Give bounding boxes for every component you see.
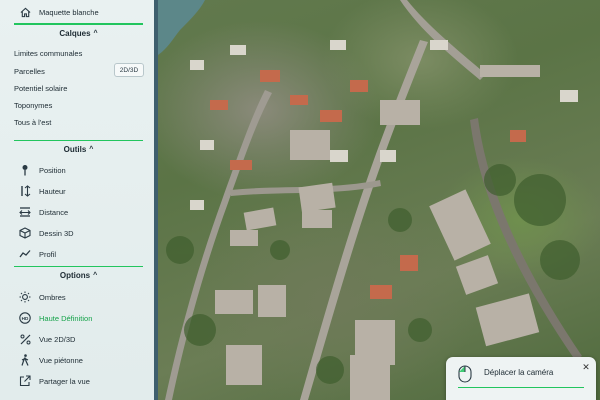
hd-icon: HD [18,311,32,325]
option-ombres[interactable]: Ombres [0,287,154,307]
chevron-up-icon: ^ [93,30,98,37]
tool-dessin-3d[interactable]: Dessin 3D [0,223,154,243]
home-label: Maquette blanche [39,7,99,17]
option-vue-pietonne[interactable]: Vue piétonne [0,350,154,370]
svg-text:HD: HD [22,316,29,321]
tool-label: Position [39,165,66,175]
layer-item-tous-a-lest[interactable]: Tous à l'est [0,112,154,132]
tool-position[interactable]: Position [0,160,154,180]
tool-label: Distance [39,207,69,217]
tool-distance[interactable]: Distance [0,202,154,222]
option-label: Vue 2D/3D [39,334,76,344]
pedestrian-icon [18,353,32,367]
tool-profil[interactable]: Profil [0,244,154,264]
mouse-icon [458,365,472,383]
pin-icon [18,163,32,177]
section-calques-toggle[interactable]: Calques ^ [14,24,143,42]
home-button[interactable]: Maquette blanche [0,2,154,22]
close-icon[interactable]: ✕ [581,362,591,372]
home-icon [18,5,32,19]
option-vue-2d3d[interactable]: Vue 2D/3D [0,329,154,349]
cube-icon [18,226,32,240]
layer-label: Parcelles [14,66,45,76]
tool-label: Dessin 3D [39,228,74,238]
section-outils-toggle[interactable]: Outils ^ [14,140,143,158]
camera-control-panel: Déplacer la caméra ✕ [446,357,596,400]
option-partager-la-vue[interactable]: Partager la vue [0,371,154,391]
option-label: Vue piétonne [39,355,83,365]
distance-icon [18,205,32,219]
layer-item-limites-communales[interactable]: Limites communales [0,43,154,63]
camera-panel-label: Déplacer la caméra [484,368,554,377]
sun-icon [18,290,32,304]
parcelles-2d3d-toggle[interactable]: 2D/3D [114,63,144,77]
sidebar: Maquette blanche Calques ^ Limites commu… [0,0,158,400]
layer-label: Limites communales [14,48,83,58]
height-icon [18,184,32,198]
tool-label: Hauteur [39,186,66,196]
option-haute-definition[interactable]: HD Haute Définition [0,308,154,328]
section-options-toggle[interactable]: Options ^ [14,266,143,284]
section-calques-title: Calques [59,29,91,38]
section-options-title: Options [59,271,91,280]
option-label: Ombres [39,292,66,302]
option-label: Partager la vue [39,376,90,386]
option-label: Haute Définition [39,313,93,323]
share-icon [18,374,32,388]
layer-label: Toponymes [14,100,53,110]
chevron-up-icon: ^ [89,146,94,153]
percent-icon [18,332,32,346]
divider [458,387,584,389]
layer-label: Tous à l'est [14,117,52,127]
tool-label: Profil [39,249,57,259]
profile-chart-icon [18,247,32,261]
layer-label: Potentiel solaire [14,83,68,93]
chevron-up-icon: ^ [93,272,98,279]
section-outils-title: Outils [63,145,87,154]
tool-hauteur[interactable]: Hauteur [0,181,154,201]
